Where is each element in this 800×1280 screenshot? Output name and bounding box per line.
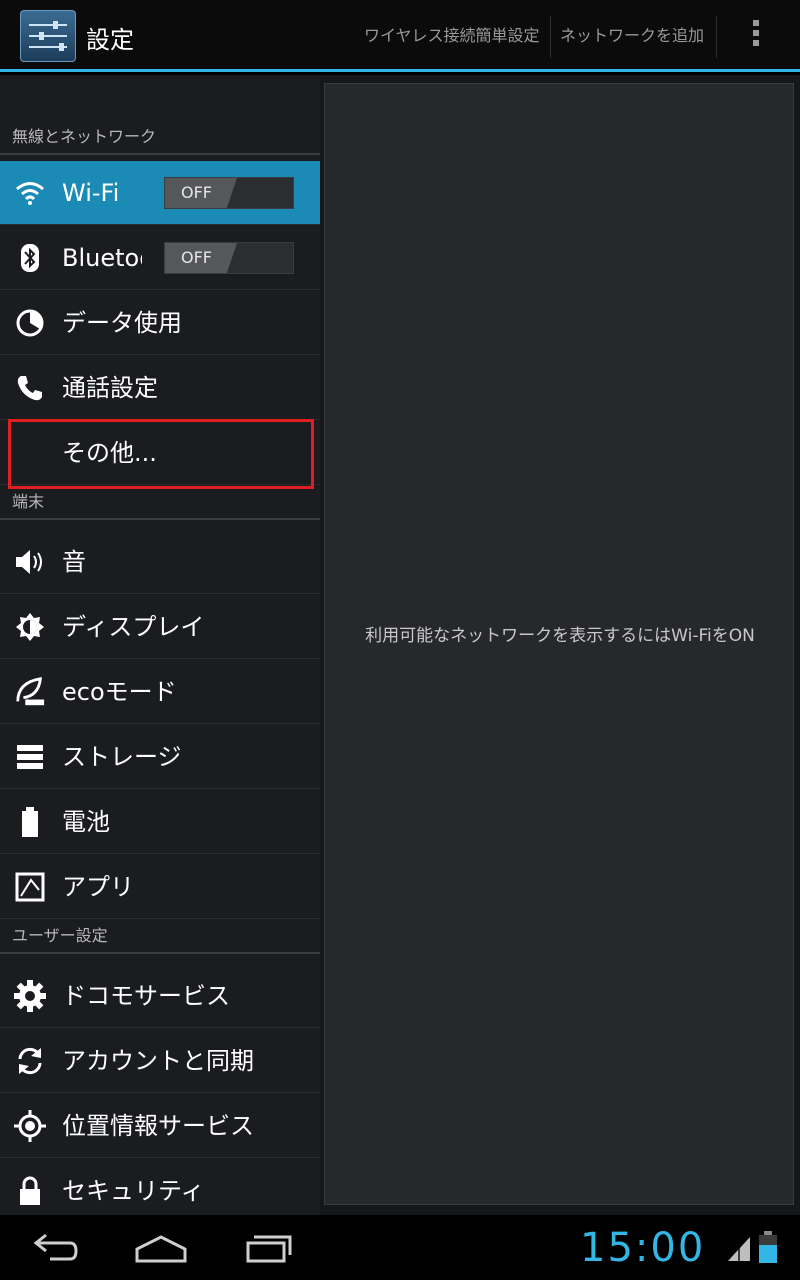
list-item-wifi[interactable]: Wi-Fi OFF [0,161,320,225]
section-header-personal: ユーザー設定 [0,920,320,954]
display-label: ディスプレイ [62,613,205,641]
toggle-state: OFF [181,183,212,202]
action-divider [716,16,717,58]
wifi-toggle[interactable]: OFF [164,177,294,209]
storage-label: ストレージ [62,743,182,771]
list-item-battery[interactable]: 電池 [0,790,320,854]
highlight-annotation [8,419,314,489]
list-item-accounts-sync[interactable]: アカウントと同期 [0,1029,320,1093]
section-label: 無線とネットワーク [12,127,157,146]
overflow-menu-icon[interactable] [748,20,764,54]
toggle-state: OFF [181,248,212,267]
section-header-wireless: 無線とネットワーク [0,121,320,155]
empty-wifi-message: 利用可能なネットワークを表示するにはWi-FiをON [365,626,755,646]
accounts-sync-label: アカウントと同期 [62,1047,254,1075]
brightness-icon [14,611,46,643]
status-clock: 15:00 [580,1225,706,1271]
section-label: ユーザー設定 [12,926,108,945]
apps-icon [14,871,46,903]
action-bar: 設定 ワイヤレス接続簡単設定 ネットワークを追加 [0,0,800,72]
sync-icon [14,1045,46,1077]
list-item-call-settings[interactable]: 通話設定 [0,356,320,420]
gear-icon [14,980,46,1012]
bluetooth-icon [14,242,46,274]
section-label: 端末 [12,492,45,511]
location-icon [14,1110,46,1142]
list-item-bluetooth[interactable]: Bluetooth OFF [0,226,320,290]
list-item-eco-mode[interactable]: ecoモード [0,660,320,724]
wifi-icon [14,177,46,209]
list-item-sound[interactable]: 音 [0,530,320,594]
location-label: 位置情報サービス [62,1112,254,1140]
wifi-label: Wi-Fi [62,179,120,207]
apps-label: アプリ [62,873,134,901]
battery-status-icon [758,1231,778,1267]
battery-label: 電池 [62,808,110,836]
docomo-service-label: ドコモサービス [62,982,230,1010]
list-item-docomo-service[interactable]: ドコモサービス [0,964,320,1028]
battery-icon [14,806,46,838]
phone-icon [14,372,46,404]
list-item-security[interactable]: セキュリティ [0,1159,320,1215]
navigation-bar: 15:00 [0,1215,800,1280]
list-item-location[interactable]: 位置情報サービス [0,1094,320,1158]
recent-apps-icon[interactable] [244,1229,294,1265]
bluetooth-label: Bluetooth [62,244,142,272]
list-item-storage[interactable]: ストレージ [0,725,320,789]
speaker-icon [14,546,46,578]
list-item-data-usage[interactable]: データ使用 [0,291,320,355]
list-item-apps[interactable]: アプリ [0,855,320,919]
wireless-easy-setup-button[interactable]: ワイヤレス接続簡単設定 [354,14,550,58]
home-icon[interactable] [134,1229,188,1265]
page-title: 設定 [86,26,134,54]
list-item-display[interactable]: ディスプレイ [0,595,320,659]
add-network-button[interactable]: ネットワークを追加 [550,14,714,58]
data-usage-label: データ使用 [62,309,182,337]
section-header-device: 端末 [0,486,320,520]
back-icon[interactable] [30,1229,78,1265]
lock-icon [14,1175,46,1207]
data-usage-icon [14,307,46,339]
detail-pane: 利用可能なネットワークを表示するにはWi-FiをON [320,75,800,1215]
storage-icon [14,741,46,773]
signal-icon [726,1233,752,1269]
security-label: セキュリティ [62,1177,205,1205]
settings-list: 無線とネットワーク Wi-Fi OFF Bluetooth OFF [0,75,320,1215]
settings-app-icon[interactable] [20,10,76,62]
sound-label: 音 [62,548,86,576]
eco-mode-label: ecoモード [62,678,177,706]
call-settings-label: 通話設定 [62,374,158,402]
bluetooth-toggle[interactable]: OFF [164,242,294,274]
wifi-network-list: 利用可能なネットワークを表示するにはWi-FiをON [324,83,794,1205]
eco-leaf-icon [14,676,46,708]
